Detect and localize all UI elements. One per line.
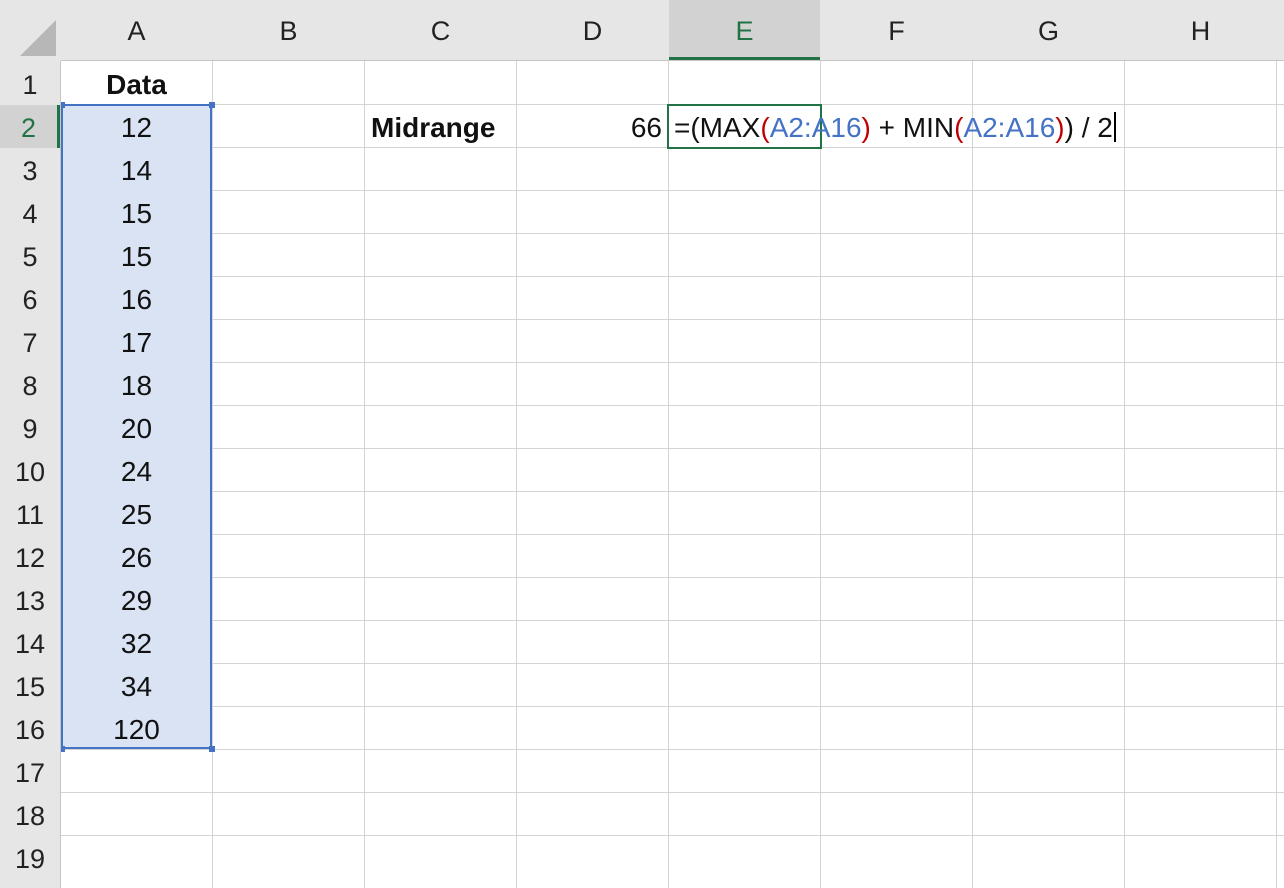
formula-part: ) / 2	[1064, 112, 1113, 143]
gridline	[1124, 0, 1125, 888]
cell-a11[interactable]: 25	[61, 492, 212, 535]
gridline	[0, 835, 1284, 836]
row-header-15[interactable]: 15	[0, 664, 60, 707]
select-all-icon	[20, 20, 56, 56]
cell-c2[interactable]: Midrange	[371, 105, 516, 148]
cell-a5[interactable]: 15	[61, 234, 212, 277]
cell-a4[interactable]: 15	[61, 191, 212, 234]
text-cursor	[1113, 112, 1116, 142]
cell-a8[interactable]: 18	[61, 363, 212, 406]
row-header-10[interactable]: 10	[0, 449, 60, 492]
row-header-4[interactable]: 4	[0, 191, 60, 234]
row-header-17[interactable]: 17	[0, 750, 60, 793]
formula-part: + MIN	[870, 112, 955, 143]
row-header-19[interactable]: 19	[0, 836, 60, 879]
formula-paren: (	[760, 112, 770, 143]
row-header-12[interactable]: 12	[0, 535, 60, 578]
formula-edit-text[interactable]: =(MAX(A2:A16) + MIN(A2:A16)) / 2	[674, 104, 1116, 150]
row-header-8[interactable]: 8	[0, 363, 60, 406]
row-header-5[interactable]: 5	[0, 234, 60, 277]
row-header-14[interactable]: 14	[0, 621, 60, 664]
formula-range-ref: A2:A16	[963, 112, 1056, 143]
spreadsheet-grid[interactable]: A B C D E F G H 1 2 3 4 5 6 7 8 9 10 11 …	[0, 0, 1284, 888]
gridline	[1276, 0, 1277, 888]
formula-paren: )	[861, 112, 871, 143]
row-header-6[interactable]: 6	[0, 277, 60, 320]
formula-range-ref: A2:A16	[769, 112, 862, 143]
column-header-c[interactable]: C	[365, 0, 516, 60]
cell-a12[interactable]: 26	[61, 535, 212, 578]
row-header-18[interactable]: 18	[0, 793, 60, 836]
cell-a9[interactable]: 20	[61, 406, 212, 449]
cell-a16[interactable]: 120	[61, 707, 212, 750]
row-header-11[interactable]: 11	[0, 492, 60, 535]
row-header-7[interactable]: 7	[0, 320, 60, 363]
row-header-9[interactable]: 9	[0, 406, 60, 449]
column-header-d[interactable]: D	[517, 0, 668, 60]
select-all-corner[interactable]	[0, 0, 61, 61]
gridline	[212, 0, 213, 888]
cell-a2[interactable]: 12	[61, 105, 212, 148]
cell-a15[interactable]: 34	[61, 664, 212, 707]
formula-paren: )	[1055, 112, 1065, 143]
cell-a14[interactable]: 32	[61, 621, 212, 664]
column-header-a[interactable]: A	[61, 0, 212, 60]
gridline	[364, 0, 365, 888]
column-header-g[interactable]: G	[973, 0, 1124, 60]
formula-part: =(MAX	[674, 112, 761, 143]
row-header-1[interactable]: 1	[0, 62, 60, 105]
cell-a3[interactable]: 14	[61, 148, 212, 191]
column-header-b[interactable]: B	[213, 0, 364, 60]
cell-d2[interactable]: 66	[517, 105, 662, 148]
cell-a13[interactable]: 29	[61, 578, 212, 621]
cell-a10[interactable]: 24	[61, 449, 212, 492]
column-header-h[interactable]: H	[1125, 0, 1276, 60]
gridline	[0, 792, 1284, 793]
row-header-16[interactable]: 16	[0, 707, 60, 750]
column-header-f[interactable]: F	[821, 0, 972, 60]
column-header-e[interactable]: E	[669, 0, 820, 60]
row-header-2[interactable]: 2	[0, 105, 60, 148]
cell-a1[interactable]: Data	[61, 62, 212, 105]
row-header-13[interactable]: 13	[0, 578, 60, 621]
row-header-3[interactable]: 3	[0, 148, 60, 191]
cell-a7[interactable]: 17	[61, 320, 212, 363]
cell-a6[interactable]: 16	[61, 277, 212, 320]
